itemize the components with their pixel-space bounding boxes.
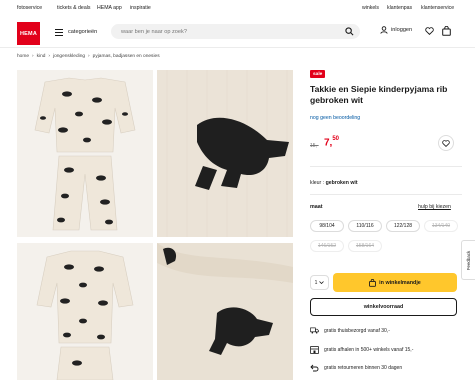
size-help-link[interactable]: hulp bij kiezen	[418, 204, 451, 210]
usp-delivery: gratis thuisbezorgd vanaf 30,-	[310, 327, 390, 334]
size-option-unavailable[interactable]: 158/164	[348, 240, 382, 252]
size-option-unavailable[interactable]: 134/140	[424, 220, 458, 232]
add-to-cart-label: in winkelmandje	[379, 279, 421, 286]
size-label: maat	[310, 204, 323, 210]
section-divider	[310, 166, 462, 167]
sale-badge: sale	[310, 70, 326, 78]
size-option-unavailable[interactable]: 146/152	[310, 240, 344, 252]
section-divider	[310, 194, 462, 195]
add-to-cart-button[interactable]: in winkelmandje	[333, 273, 457, 292]
breadcrumb-pyjamas[interactable]: pyjamas, badjassen en onesies	[93, 54, 160, 59]
quantity-select[interactable]: 1	[310, 275, 329, 290]
breadcrumb-separator: ›	[88, 54, 90, 59]
heart-icon	[425, 27, 434, 35]
return-arrow-icon	[310, 364, 319, 372]
utility-bar: fotoservice tickets & deals HEMA app ins…	[0, 0, 475, 16]
header-divider	[0, 47, 475, 48]
size-option[interactable]: 98/104	[310, 220, 344, 232]
quantity-value: 1	[314, 279, 318, 286]
search-icon[interactable]	[345, 27, 354, 36]
breadcrumb: home › kind › jongenskleding › pyjamas, bad…	[17, 54, 160, 59]
current-price: 7,50	[324, 136, 340, 148]
util-link-tickets-deals[interactable]: tickets & deals	[57, 5, 90, 11]
product-photo-pyjama-set-1[interactable]	[17, 70, 153, 237]
util-link-winkels[interactable]: winkels	[362, 5, 379, 11]
heart-icon	[442, 139, 450, 147]
product-photo-pyjama-set-2[interactable]	[17, 243, 153, 380]
truck-icon	[310, 327, 319, 334]
add-to-wishlist-button[interactable]	[438, 135, 454, 151]
categories-menu-button[interactable]: categorieën	[55, 26, 97, 38]
product-title: Takkie en Siepie kinderpyjama rib gebrok…	[310, 84, 448, 105]
user-icon	[380, 26, 388, 34]
chevron-down-icon	[319, 281, 325, 284]
util-link-hema-app[interactable]: HEMA app	[97, 5, 122, 11]
util-link-inspiratie[interactable]: inspiratie	[130, 5, 151, 11]
favorites-button[interactable]	[425, 27, 434, 35]
shopping-bag-icon	[442, 26, 451, 36]
breadcrumb-kind[interactable]: kind	[37, 54, 46, 59]
login-button[interactable]: inloggen	[380, 26, 412, 34]
size-option[interactable]: 110/116	[348, 220, 382, 232]
usp-text: gratis afhalen in 500+ winkels vanaf 15,…	[324, 347, 414, 353]
breadcrumb-home[interactable]: home	[17, 54, 29, 59]
feedback-tab[interactable]: Feedback	[461, 240, 475, 280]
usp-returns: gratis retourneren binnen 30 dagen	[310, 364, 402, 372]
login-label: inloggen	[391, 27, 413, 33]
price-cents: 50	[332, 136, 340, 142]
usp-text: gratis retourneren binnen 30 dagen	[324, 365, 403, 371]
search-input[interactable]	[121, 24, 341, 39]
rating-link[interactable]: nog geen beoordeling	[310, 115, 360, 121]
size-option[interactable]: 122/128	[386, 220, 420, 232]
cart-button[interactable]	[442, 26, 451, 36]
product-photo-fabric-detail[interactable]	[157, 243, 293, 380]
color-value: gebroken wit	[325, 180, 358, 186]
search-bar[interactable]	[111, 24, 360, 39]
color-info: kleur : gebroken wit	[310, 180, 358, 186]
old-price: 15,-	[310, 143, 319, 149]
hema-logo[interactable]: HEMA	[17, 22, 40, 45]
store-icon	[310, 346, 319, 354]
store-stock-button[interactable]: winkelvoorraad	[310, 298, 457, 316]
breadcrumb-separator: ›	[48, 54, 51, 59]
shopping-bag-icon	[369, 278, 377, 287]
feedback-label: Feedback	[466, 250, 472, 270]
categories-label: categorieën	[68, 29, 98, 35]
breadcrumb-separator: ›	[32, 54, 34, 59]
usp-text: gratis thuisbezorgd vanaf 30,-	[324, 327, 390, 334]
product-photo-print-closeup[interactable]	[157, 70, 293, 237]
hamburger-icon	[55, 28, 63, 36]
util-link-fotoservice[interactable]: fotoservice	[17, 5, 42, 11]
util-link-klantenpas[interactable]: klantenpas	[387, 5, 412, 11]
breadcrumb-jongenskleding[interactable]: jongenskleding	[53, 54, 85, 59]
color-label: kleur	[310, 180, 322, 186]
util-link-klantenservice[interactable]: klantenservice	[421, 5, 454, 11]
usp-pickup: gratis afhalen in 500+ winkels vanaf 15,…	[310, 346, 413, 354]
